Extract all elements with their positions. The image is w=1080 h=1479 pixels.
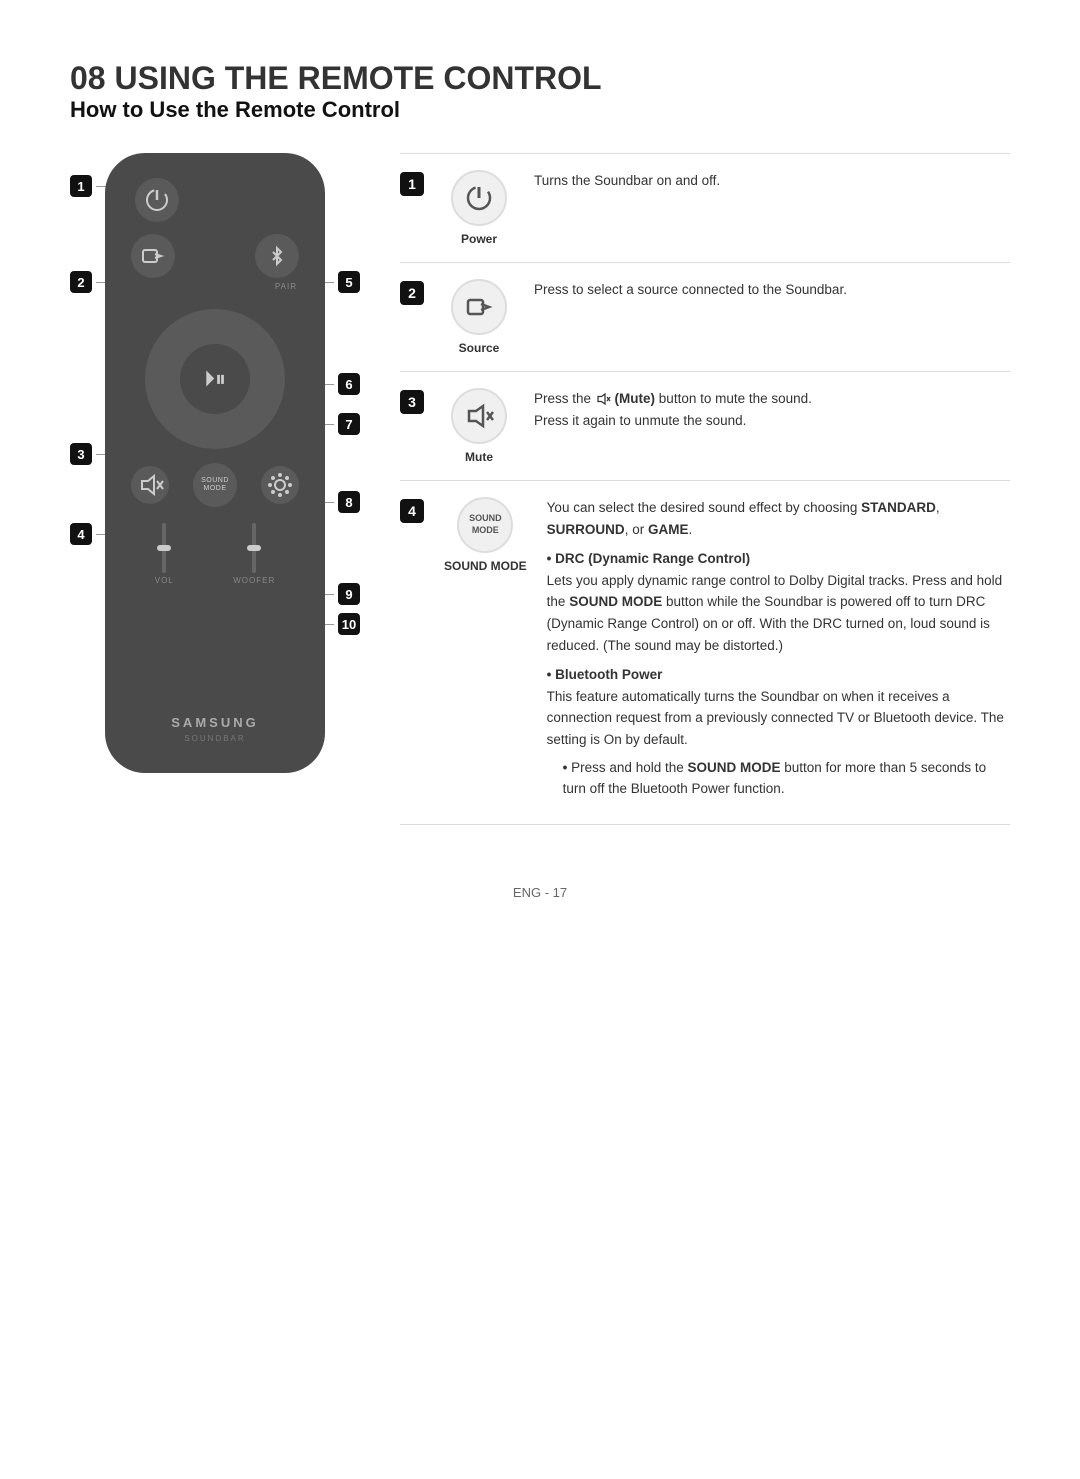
source-icon [139, 242, 167, 270]
ref-desc-1: Turns the Soundbar on and off. [534, 170, 1010, 192]
power-ref-icon [463, 182, 495, 214]
ref-icon-source: Source [444, 279, 514, 355]
badge-7: 7 [338, 413, 360, 435]
sound-mode-label: SOUNDMODE [201, 477, 229, 494]
remote-control: PAIR ⏵⏸ [105, 153, 325, 773]
power-icon-circle [451, 170, 507, 226]
source-button[interactable] [131, 234, 175, 278]
badge-1: 1 [70, 175, 92, 197]
ref-desc-3: Press the (Mute) button to mute the soun… [534, 388, 1010, 431]
settings-button[interactable] [261, 466, 299, 504]
ref-icon-power: Power [444, 170, 514, 246]
chapter-number: 08 [70, 60, 106, 96]
power-label: Power [461, 232, 497, 246]
badge-9: 9 [338, 583, 360, 605]
ref-num-1: 1 [400, 172, 424, 196]
ref-row-3: 3 Mute Press the (Mute) b [400, 371, 1010, 480]
source-icon-circle [451, 279, 507, 335]
ref-row-4: 4 SOUNDMODE SOUND MODE You can select th… [400, 480, 1010, 825]
remote-illustration: 1 2 3 4 5 6 7 [70, 153, 360, 773]
mute-ref-icon [463, 400, 495, 432]
ref-row-2: 2 Source Press to select a source connec… [400, 262, 1010, 371]
gear-icon [266, 471, 294, 499]
badge-10: 10 [338, 613, 360, 635]
badge-3: 3 [70, 443, 92, 465]
content-area: 1 2 3 4 5 6 7 [70, 153, 1010, 825]
mute-icon [136, 471, 164, 499]
reference-table: 1 Power Turns the Soundbar on and off. 2 [400, 153, 1010, 825]
page-footer: ENG - 17 [70, 885, 1010, 900]
bluetooth-icon [263, 242, 291, 270]
pair-label: PAIR [275, 282, 297, 291]
source-ref-icon [463, 291, 495, 323]
sound-mode-button[interactable]: SOUNDMODE [193, 463, 237, 507]
soundbar-label: SOUNDBAR [105, 734, 325, 743]
ref-num-2: 2 [400, 281, 424, 305]
power-button[interactable] [135, 178, 179, 222]
vol-label: VOL [155, 576, 174, 585]
vol-woofer-row: VOL WOOFER [125, 523, 305, 585]
title-text: USING THE REMOTE CONTROL [114, 60, 601, 96]
ref-desc-4: You can select the desired sound effect … [547, 497, 1010, 808]
mute-inline-icon [595, 391, 611, 407]
soundmode-icon-circle: SOUNDMODE [457, 497, 513, 553]
badge-2: 2 [70, 271, 92, 293]
page-title: 08 USING THE REMOTE CONTROL [70, 60, 1010, 97]
soundmode-text-icon: SOUNDMODE [469, 513, 502, 536]
source-label-ref: Source [459, 341, 500, 355]
dpad[interactable]: ⏵⏸ [145, 309, 285, 449]
power-row [125, 178, 305, 222]
section-title: How to Use the Remote Control [70, 97, 1010, 123]
badge-4: 4 [70, 523, 92, 545]
bt-pair-button[interactable] [255, 234, 299, 278]
soundmode-label-ref: SOUND MODE [444, 559, 527, 573]
brand-label: SAMSUNG [105, 715, 325, 730]
woofer-slider[interactable]: WOOFER [233, 523, 275, 585]
ref-icon-mute: Mute [444, 388, 514, 464]
badge-8: 8 [338, 491, 360, 513]
mute-label-ref: Mute [465, 450, 493, 464]
brand-row: SAMSUNG SOUNDBAR [105, 715, 325, 743]
woofer-label: WOOFER [233, 576, 275, 585]
ref-num-4: 4 [400, 499, 424, 523]
footer-text: ENG - 17 [513, 885, 567, 900]
mute-button[interactable] [131, 466, 169, 504]
power-icon [143, 186, 171, 214]
vol-slider[interactable]: VOL [155, 523, 174, 585]
ref-row-1: 1 Power Turns the Soundbar on and off. [400, 153, 1010, 262]
source-bt-row [125, 234, 305, 278]
ref-desc-2: Press to select a source connected to th… [534, 279, 1010, 301]
ref-icon-soundmode: SOUNDMODE SOUND MODE [444, 497, 527, 573]
play-pause-icon: ⏵⏸ [204, 366, 226, 392]
mute-icon-circle [451, 388, 507, 444]
ref-num-3: 3 [400, 390, 424, 414]
badge-6: 6 [338, 373, 360, 395]
badge-5: 5 [338, 271, 360, 293]
controls-row: SOUNDMODE [125, 463, 305, 507]
